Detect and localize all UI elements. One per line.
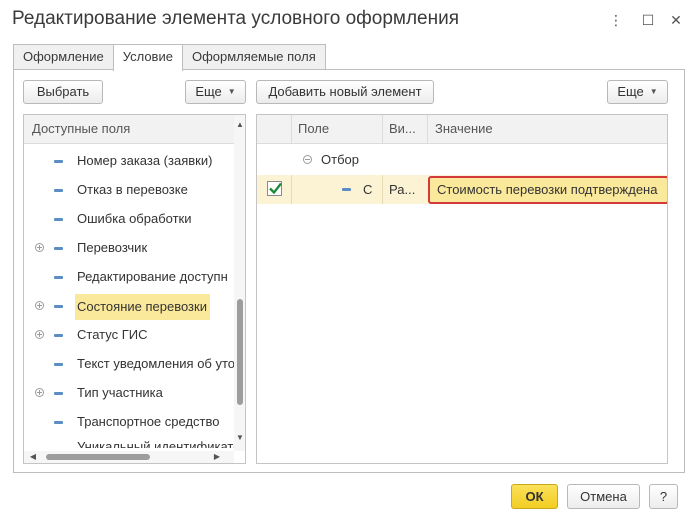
table-row-group[interactable]: Отбор (257, 148, 667, 172)
list-item[interactable]: Ошибка обработки (24, 208, 234, 230)
list-item-selected[interactable]: Состояние перевозки (24, 294, 234, 320)
vertical-scroll-thumb[interactable] (237, 299, 243, 405)
field-icon (54, 392, 63, 395)
group-label: Отбор (321, 152, 359, 167)
available-fields-header: Доступные поля (24, 115, 245, 144)
field-icon (54, 276, 63, 279)
field-icon (54, 247, 63, 250)
maximize-icon[interactable]: ☐ (638, 10, 658, 30)
help-button[interactable]: ? (649, 484, 678, 509)
available-fields-panel: Доступные поля Номер заказа (заявки) Отк… (23, 114, 246, 464)
field-icon (54, 334, 63, 337)
row-value-cell[interactable]: Стоимость перевозки подтверждена (428, 176, 667, 204)
close-icon[interactable]: ✕ (666, 10, 686, 30)
cell-separator (382, 175, 383, 204)
list-item-label: Текст уведомления об уто (77, 356, 234, 371)
vertical-scrollbar[interactable]: ▲ ▼ (234, 115, 245, 451)
column-header-field[interactable]: Поле (298, 115, 329, 143)
field-icon (54, 421, 63, 424)
field-icon (54, 363, 63, 366)
list-item-label: Тип участника (77, 385, 163, 400)
table-row[interactable]: С Ра... Стоимость перевозки подтверждена (257, 175, 667, 204)
list-item[interactable]: Перевозчик (24, 237, 234, 259)
row-checkbox[interactable] (267, 181, 282, 196)
list-item[interactable]: Тип участника (24, 382, 234, 404)
field-icon (54, 160, 63, 163)
list-item-label: Статус ГИС (77, 327, 148, 342)
scroll-left-icon[interactable]: ◀ (28, 452, 38, 462)
expand-icon[interactable] (35, 330, 44, 339)
field-icon (54, 305, 63, 308)
column-separator (382, 115, 383, 144)
expand-icon[interactable] (35, 243, 44, 252)
column-separator (291, 115, 292, 144)
scroll-right-icon[interactable]: ▶ (212, 452, 222, 462)
condition-table: Поле Ви... Значение Отбор С Ра... Стоимо… (256, 114, 668, 464)
cell-separator (291, 175, 292, 204)
add-new-element-button[interactable]: Добавить новый элемент (256, 80, 434, 104)
left-more-label: Еще (195, 84, 222, 99)
field-icon (342, 188, 351, 191)
collapse-icon[interactable] (303, 155, 312, 164)
horizontal-scroll-thumb[interactable] (46, 454, 150, 460)
caret-down-icon: ▼ (649, 87, 658, 96)
expand-icon[interactable] (35, 301, 44, 310)
horizontal-scrollbar[interactable]: ◀ ▶ (24, 451, 234, 463)
window-title: Редактирование элемента условного оформл… (12, 8, 460, 29)
list-item[interactable]: Транспортное средство (24, 411, 234, 433)
column-separator (427, 115, 428, 144)
list-item-label: Транспортное средство (77, 414, 220, 429)
tab-condition[interactable]: Условие (112, 44, 183, 71)
ok-button[interactable]: ОК (511, 484, 558, 509)
table-header: Поле Ви... Значение (257, 115, 667, 144)
list-item-label: Уникальный идентификато (77, 440, 234, 448)
column-header-view[interactable]: Ви... (389, 115, 416, 143)
cancel-button[interactable]: Отмена (567, 484, 640, 509)
list-item-label: Состояние перевозки (75, 294, 210, 320)
row-field-value: С (363, 182, 373, 197)
list-item[interactable]: Статус ГИС (24, 324, 234, 346)
list-item-label: Редактирование доступн (77, 269, 228, 284)
list-item[interactable]: Номер заказа (заявки) (24, 150, 234, 172)
list-item[interactable]: Редактирование доступн (24, 266, 234, 288)
field-icon (54, 218, 63, 221)
tab-appearance[interactable]: Оформление (13, 44, 114, 70)
row-view-value: Ра... (389, 182, 416, 197)
right-more-button[interactable]: Еще ▼ (607, 80, 668, 104)
list-item[interactable]: Текст уведомления об уто (24, 353, 234, 375)
tab-formatted-fields[interactable]: Оформляемые поля (181, 44, 326, 70)
right-more-label: Еще (617, 84, 644, 99)
caret-down-icon: ▼ (227, 87, 236, 96)
list-item-label: Перевозчик (77, 240, 148, 255)
scroll-down-icon[interactable]: ▼ (235, 433, 245, 443)
list-item[interactable]: Отказ в перевозке (24, 179, 234, 201)
select-button[interactable]: Выбрать (23, 80, 103, 104)
list-item-label: Отказ в перевозке (77, 182, 188, 197)
expand-icon[interactable] (35, 388, 44, 397)
tab-bar: Оформление Условие Оформляемые поля (13, 44, 326, 71)
field-icon (54, 189, 63, 192)
list-item-label: Номер заказа (заявки) (77, 153, 213, 168)
list-item[interactable]: Уникальный идентификато (24, 440, 234, 448)
list-item-label: Ошибка обработки (77, 211, 192, 226)
column-header-value[interactable]: Значение (435, 115, 493, 143)
more-options-icon[interactable]: ⋮ (606, 10, 626, 30)
scroll-up-icon[interactable]: ▲ (235, 120, 245, 130)
left-more-button[interactable]: Еще ▼ (185, 80, 246, 104)
checkmark-icon (269, 182, 282, 195)
